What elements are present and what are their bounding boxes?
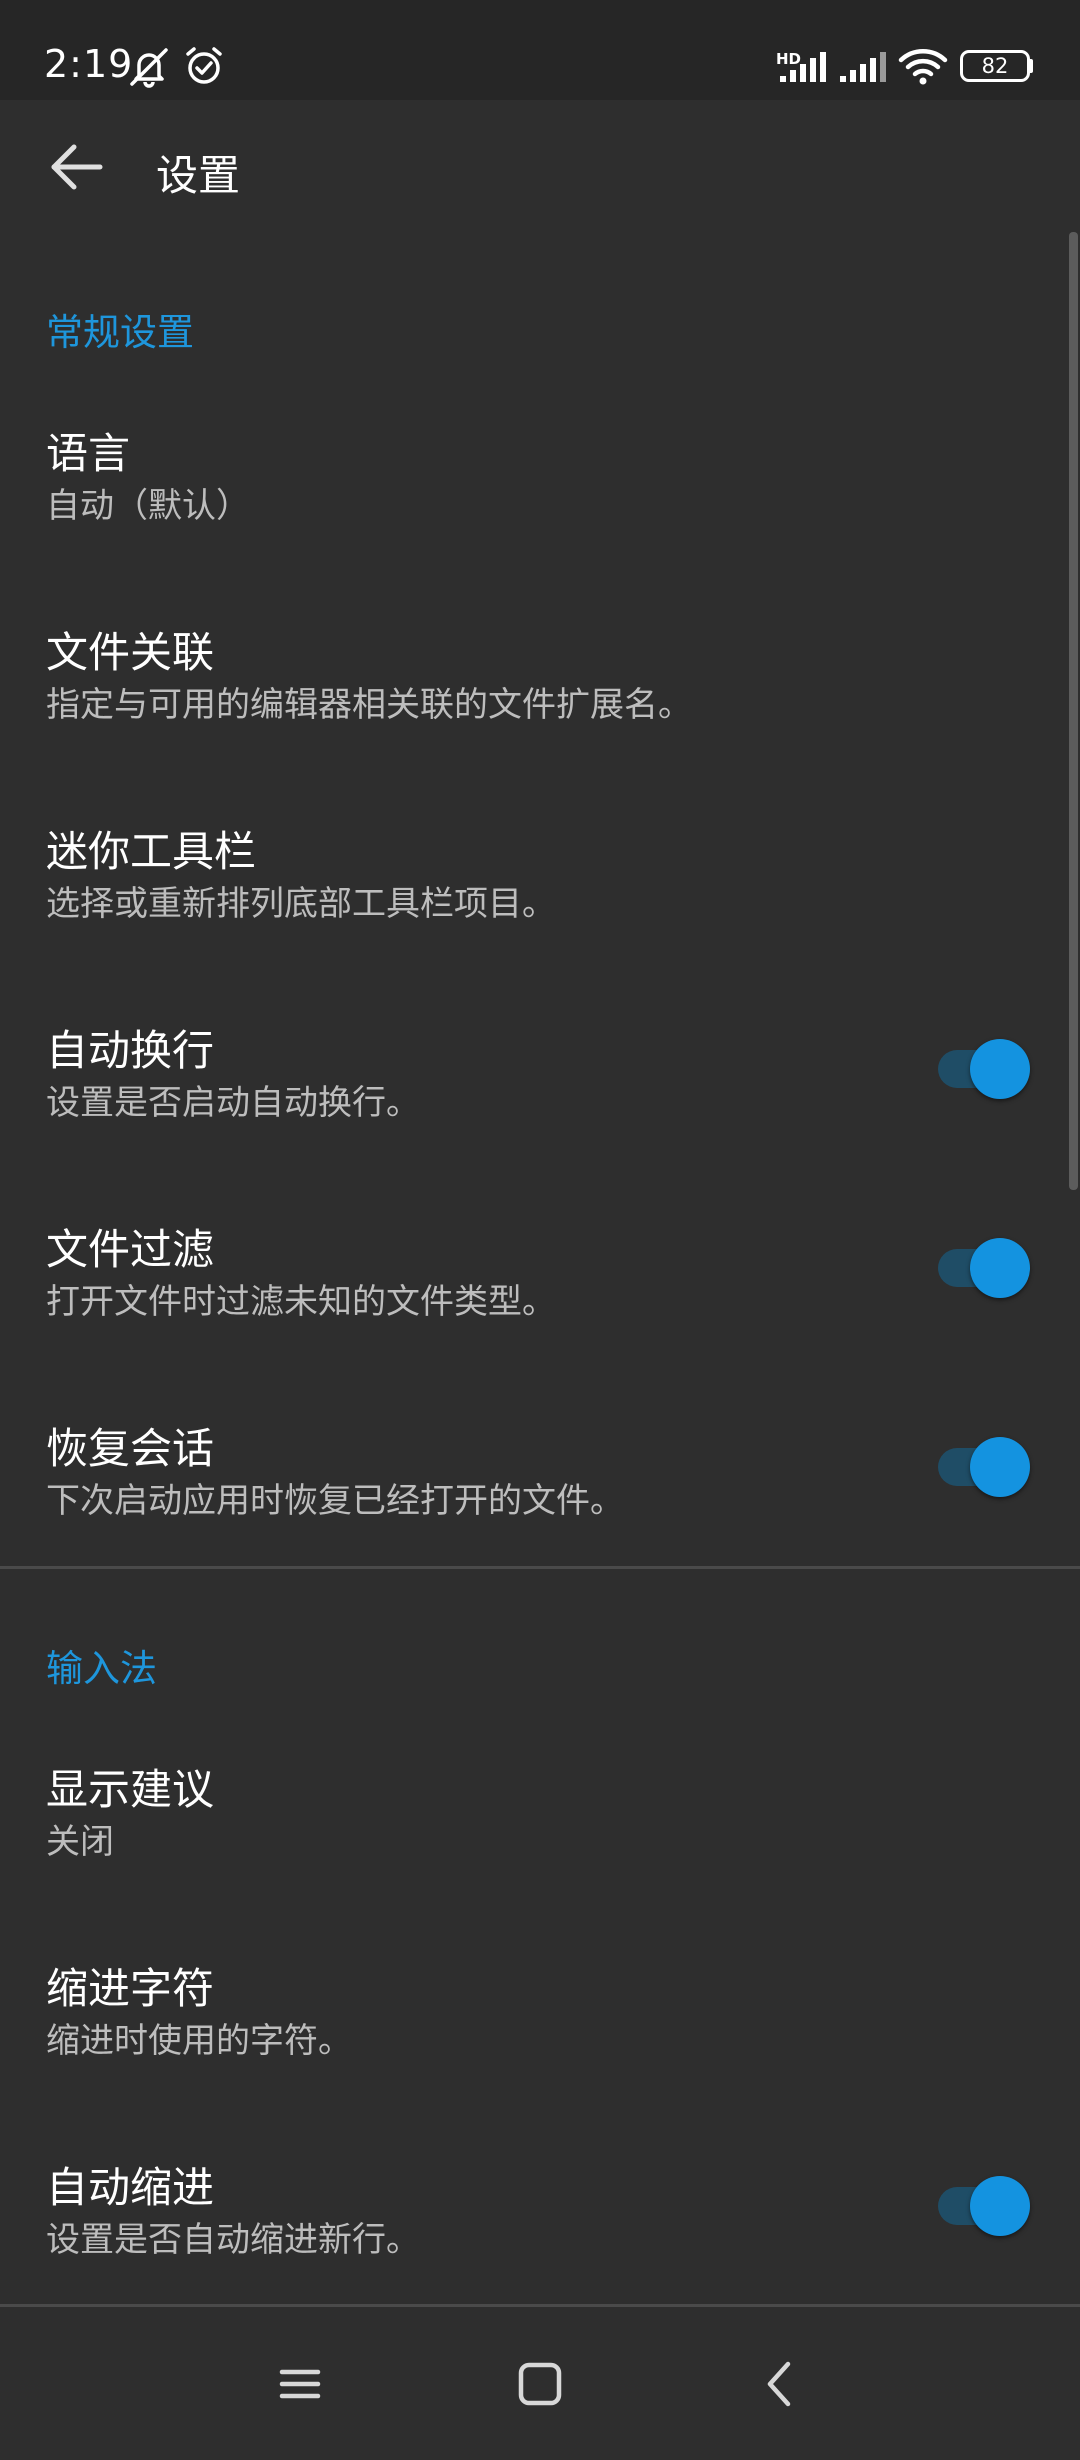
toggle-thumb xyxy=(970,1039,1030,1099)
word-wrap-toggle[interactable] xyxy=(938,1034,1030,1099)
back-icon xyxy=(767,2361,791,2407)
signal-icon xyxy=(780,52,826,82)
setting-title: 自动缩进 xyxy=(46,2163,215,2212)
toggle-thumb xyxy=(970,2176,1030,2236)
setting-title: 自动换行 xyxy=(46,1026,215,1075)
setting-mini-toolbar[interactable]: 迷你工具栏 选择或重新排列底部工具栏项目。 xyxy=(0,818,1060,1018)
setting-title: 迷你工具栏 xyxy=(46,827,257,876)
file-filter-toggle[interactable] xyxy=(938,1233,1030,1298)
setting-file-filter[interactable]: 文件过滤 打开文件时过滤未知的文件类型。 xyxy=(0,1216,1060,1416)
mute-icon xyxy=(130,48,168,88)
setting-title: 文件关联 xyxy=(46,628,215,677)
setting-subtitle: 设置是否自动缩进新行。 xyxy=(46,2220,420,2260)
bottom-divider xyxy=(0,2304,1080,2307)
setting-language[interactable]: 语言 自动（默认） xyxy=(0,420,1060,620)
home-icon xyxy=(518,2362,562,2406)
arrow-left-icon xyxy=(51,144,103,190)
setting-title: 显示建议 xyxy=(46,1765,215,1814)
auto-indent-toggle[interactable] xyxy=(938,2171,1030,2236)
setting-subtitle: 打开文件时过滤未知的文件类型。 xyxy=(46,1282,556,1322)
page-title: 设置 xyxy=(156,151,241,200)
section-header-general: 常规设置 xyxy=(46,311,194,354)
nav-back-button[interactable] xyxy=(746,2350,814,2418)
battery-level: 82 xyxy=(981,54,1009,78)
wifi-icon xyxy=(898,49,948,85)
setting-subtitle: 选择或重新排列底部工具栏项目。 xyxy=(46,884,556,924)
scrollbar-thumb[interactable] xyxy=(1069,232,1078,1190)
setting-subtitle: 关闭 xyxy=(46,1822,114,1862)
setting-title: 恢复会话 xyxy=(46,1424,215,1473)
setting-indent-char[interactable]: 缩进字符 缩进时使用的字符。 xyxy=(0,1955,1060,2155)
restore-session-toggle[interactable] xyxy=(938,1432,1030,1497)
section-header-input-method: 输入法 xyxy=(46,1647,157,1690)
nav-home-button[interactable] xyxy=(506,2350,574,2418)
setting-subtitle: 自动（默认） xyxy=(46,486,250,526)
setting-word-wrap[interactable]: 自动换行 设置是否启动自动换行。 xyxy=(0,1017,1060,1217)
status-time: 2:19 xyxy=(44,42,134,86)
alarm-icon xyxy=(186,47,222,84)
setting-title: 文件过滤 xyxy=(46,1225,215,1274)
screen: 2:19 HD 82 设置 常规设置 语言 自动（默认） 文件关联 指定与可用的… xyxy=(0,0,1080,2460)
back-button[interactable] xyxy=(40,130,114,204)
setting-restore-session[interactable]: 恢复会话 下次启动应用时恢复已经打开的文件。 xyxy=(0,1415,1060,1615)
setting-subtitle: 设置是否启动自动换行。 xyxy=(46,1083,420,1123)
section-divider xyxy=(0,1566,1080,1569)
setting-subtitle: 缩进时使用的字符。 xyxy=(46,2021,352,2061)
setting-title: 语言 xyxy=(46,429,131,478)
nav-bar xyxy=(0,2308,1080,2460)
nav-menu-button[interactable] xyxy=(266,2350,334,2418)
signal-icon-2 xyxy=(840,52,886,82)
app-bar: 设置 xyxy=(0,100,1080,234)
setting-file-association[interactable]: 文件关联 指定与可用的编辑器相关联的文件扩展名。 xyxy=(0,619,1060,819)
setting-title: 缩进字符 xyxy=(46,1964,215,2013)
battery-cap xyxy=(1028,59,1033,73)
menu-icon xyxy=(279,2369,321,2399)
status-bar: 2:19 HD 82 xyxy=(0,0,1080,100)
toggle-thumb xyxy=(970,1238,1030,1298)
toggle-thumb xyxy=(970,1437,1030,1497)
setting-show-suggestions[interactable]: 显示建议 关闭 xyxy=(0,1756,1060,1956)
setting-subtitle: 下次启动应用时恢复已经打开的文件。 xyxy=(46,1481,624,1521)
battery-icon: 82 xyxy=(960,50,1030,82)
setting-subtitle: 指定与可用的编辑器相关联的文件扩展名。 xyxy=(46,685,692,725)
